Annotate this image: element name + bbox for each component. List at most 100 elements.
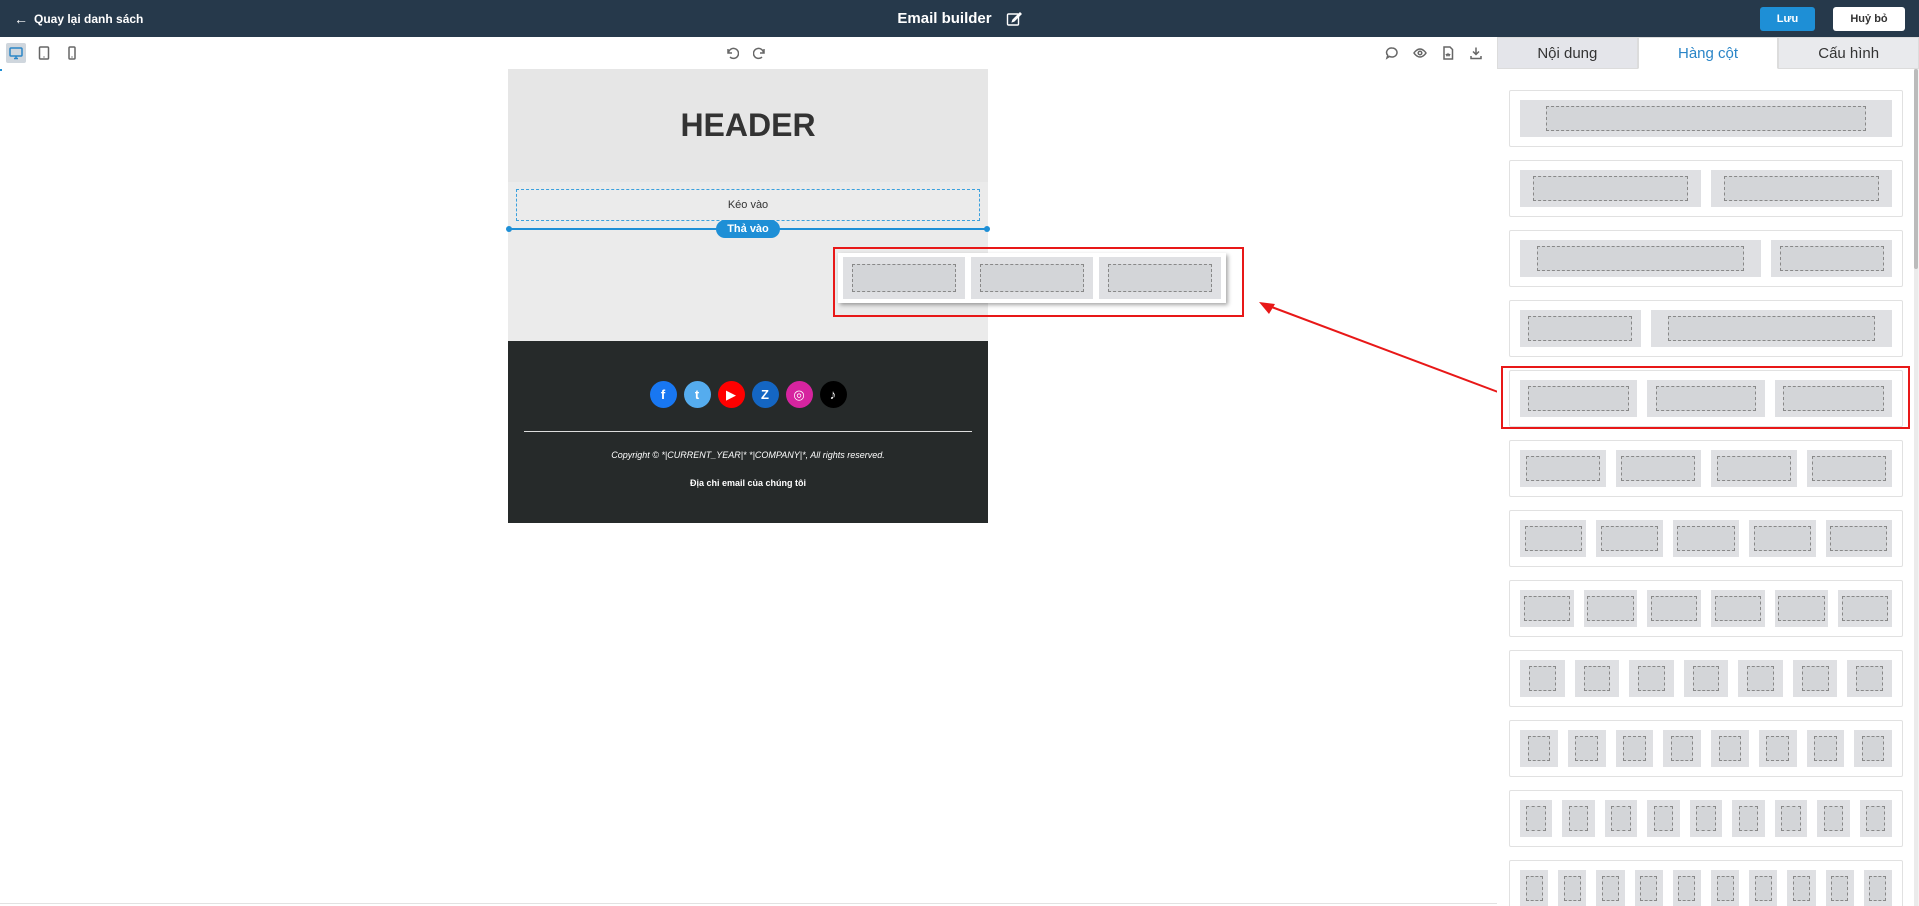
- canvas-marker: [0, 69, 2, 71]
- youtube-icon[interactable]: ▶: [717, 381, 745, 408]
- layout-column: [1647, 590, 1702, 627]
- layout-column: [1663, 730, 1701, 767]
- layout-column: [1520, 310, 1641, 347]
- layout-column: [1583, 590, 1638, 627]
- row-layout-2-col[interactable]: [1509, 230, 1903, 287]
- layout-column: [1520, 100, 1892, 137]
- layout-column: [1749, 520, 1816, 557]
- layout-column: [1806, 730, 1845, 767]
- copyright-text: Copyright © *|CURRENT_YEAR|* *|COMPANY|*…: [611, 450, 885, 460]
- email-header-section[interactable]: HEADER: [508, 69, 988, 182]
- instagram-icon[interactable]: ◎: [785, 381, 813, 408]
- tablet-view-icon[interactable]: [34, 43, 54, 63]
- save-button[interactable]: Lưu: [1760, 7, 1815, 31]
- layout-column: [1520, 240, 1762, 277]
- layout-column: [1732, 800, 1765, 837]
- email-address-text: Địa chỉ email của chúng tôi: [689, 478, 807, 488]
- footer-divider: [524, 431, 972, 432]
- layout-column: [1711, 590, 1765, 627]
- layout-column: [1854, 730, 1892, 767]
- row-layout-2-col[interactable]: [1509, 160, 1903, 217]
- layout-column: [1771, 240, 1892, 277]
- layout-column: [1711, 170, 1892, 207]
- arrow-left-icon: ←: [14, 10, 28, 27]
- comment-icon[interactable]: [1382, 43, 1402, 63]
- panel-scrollbar[interactable]: [1914, 69, 1918, 906]
- bottom-divider: [0, 903, 1497, 904]
- download-icon[interactable]: [1466, 43, 1486, 63]
- layout-column: [1672, 870, 1702, 906]
- layout-column: [1863, 870, 1893, 906]
- layout-column: [1520, 450, 1606, 487]
- twitter-icon[interactable]: t: [683, 381, 711, 408]
- layout-column: [1574, 660, 1620, 697]
- row-layout-7-col[interactable]: [1509, 650, 1903, 707]
- layout-column: [1520, 660, 1565, 697]
- drop-here-badge: Thả vào: [716, 220, 780, 238]
- layout-column: [1650, 310, 1892, 347]
- row-layout-9-col[interactable]: [1509, 790, 1903, 847]
- layout-column: [1520, 870, 1549, 906]
- layout-column: [1847, 660, 1893, 697]
- layout-column: [1567, 730, 1606, 767]
- mobile-view-icon[interactable]: [62, 43, 82, 63]
- annotation-arrow: [1259, 302, 1499, 393]
- row-layout-2-col[interactable]: [1509, 300, 1903, 357]
- zalo-icon[interactable]: Z: [751, 381, 779, 408]
- layout-column: [1634, 870, 1663, 906]
- layout-column: [1758, 730, 1797, 767]
- layout-column: [1672, 520, 1740, 557]
- top-bar: ← Quay lại danh sách Email builder Lưu H…: [0, 0, 1919, 37]
- layout-column: [1562, 800, 1595, 837]
- row-layout-6-col[interactable]: [1509, 580, 1903, 637]
- layout-column: [1774, 590, 1829, 627]
- layout-column: [1604, 800, 1638, 837]
- tab-content[interactable]: Nội dung: [1497, 37, 1638, 69]
- layout-column: [1749, 870, 1778, 906]
- layout-column: [1711, 450, 1797, 487]
- editor-toolbar: [0, 37, 1497, 69]
- tiktok-icon[interactable]: ♪: [819, 381, 847, 408]
- tab-rows-columns[interactable]: Hàng cột: [1637, 37, 1779, 69]
- row-layout-4-col[interactable]: [1509, 440, 1903, 497]
- page-title: Email builder: [897, 10, 992, 27]
- row-layout-10-col[interactable]: [1509, 860, 1903, 906]
- undo-icon[interactable]: [722, 43, 742, 63]
- layout-column: [1520, 590, 1574, 627]
- layout-column: [1711, 730, 1749, 767]
- redo-icon[interactable]: [750, 43, 770, 63]
- layout-column: [1558, 870, 1587, 906]
- layout-column: [1596, 520, 1663, 557]
- facebook-icon[interactable]: f: [649, 381, 677, 408]
- layout-column: [1520, 800, 1553, 837]
- row-layout-1-col[interactable]: [1509, 90, 1903, 147]
- cancel-button[interactable]: Huỷ bỏ: [1833, 7, 1905, 31]
- html-file-icon[interactable]: [1438, 43, 1458, 63]
- row-layout-8-col[interactable]: [1509, 720, 1903, 777]
- highlight-box-row: [1501, 366, 1910, 429]
- layout-column: [1615, 450, 1701, 487]
- layout-column: [1792, 660, 1838, 697]
- back-to-list-link[interactable]: ← Quay lại danh sách: [14, 0, 143, 37]
- layout-column: [1825, 870, 1854, 906]
- edit-title-icon[interactable]: [1006, 11, 1022, 27]
- desktop-view-icon[interactable]: [6, 43, 26, 63]
- tab-settings[interactable]: Cấu hình: [1778, 37, 1919, 69]
- layout-column: [1683, 660, 1729, 697]
- layout-column: [1711, 870, 1740, 906]
- layout-column: [1520, 730, 1558, 767]
- layout-column: [1817, 800, 1850, 837]
- layout-column: [1738, 660, 1783, 697]
- right-panel: Nội dung Hàng cột Cấu hình: [1497, 37, 1919, 906]
- drag-here-zone[interactable]: Kéo vào: [516, 189, 980, 221]
- email-footer-section[interactable]: f t ▶ Z ◎ ♪ Copyright © *|CURRENT_YEAR|* *|CO…: [508, 341, 988, 523]
- preview-eye-icon[interactable]: [1410, 43, 1430, 63]
- layout-column: [1825, 520, 1893, 557]
- row-layout-list: [1497, 69, 1916, 906]
- layout-column: [1629, 660, 1674, 697]
- row-layout-5-col[interactable]: [1509, 510, 1903, 567]
- title-area: Email builder: [0, 0, 1919, 37]
- layout-column: [1520, 520, 1587, 557]
- layout-column: [1647, 800, 1680, 837]
- layout-column: [1787, 870, 1816, 906]
